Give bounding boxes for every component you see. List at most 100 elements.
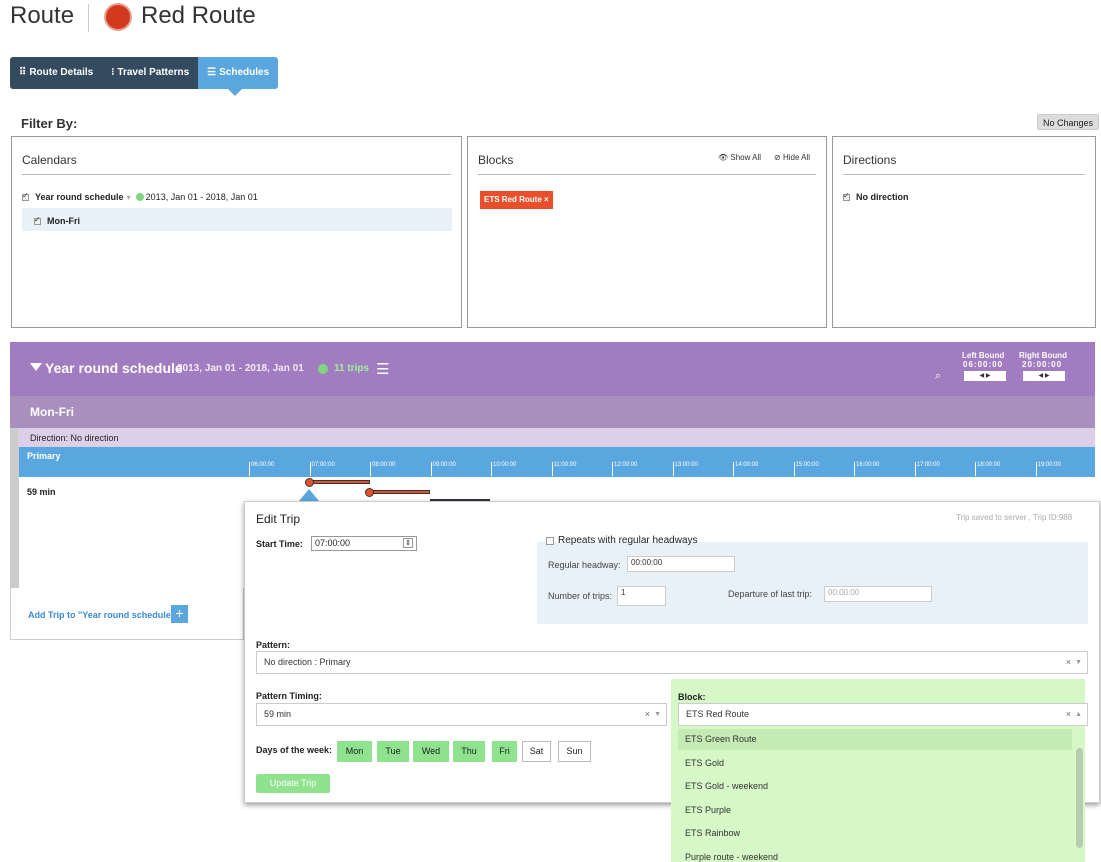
- timing-value: 59 min: [264, 709, 292, 719]
- time-tick: 14:00:00: [733, 462, 758, 476]
- add-trip-button[interactable]: +: [171, 605, 188, 623]
- time-tick: 10:00:00: [491, 462, 516, 476]
- block-option[interactable]: ETS Green Route: [685, 734, 757, 744]
- trip-start-handle[interactable]: [365, 488, 374, 497]
- day-toggle-tue[interactable]: Tue: [377, 741, 409, 762]
- tab-schedules[interactable]: ☰ Schedules: [198, 57, 279, 96]
- blocks-panel: Blocks 👁 Show All ⊘ Hide All ETS Red Rou…: [467, 136, 827, 328]
- schedule-dates: 2013, Jan 01 - 2018, Jan 01: [177, 363, 304, 374]
- left-bound-value: 06:00:00: [963, 360, 1004, 369]
- day-toggle-mon[interactable]: Mon: [337, 741, 372, 762]
- calendar-item[interactable]: Year round schedule ▾ 2013, Jan 01 - 201…: [22, 191, 258, 203]
- eye-icon: 👁: [718, 153, 729, 162]
- time-tick: 07:00:00: [309, 462, 335, 476]
- timing-select[interactable]: 59 min × ▼: [256, 703, 667, 726]
- divider: [843, 174, 1085, 175]
- chevron-down-icon[interactable]: ▼: [1075, 652, 1082, 673]
- day-toggle-thu[interactable]: Thu: [453, 741, 485, 762]
- trip-bar[interactable]: [310, 480, 370, 484]
- hide-all-label: Hide All: [782, 153, 811, 162]
- panel-title: Blocks: [478, 153, 514, 167]
- time-spinner-icon[interactable]: ⇕: [403, 538, 413, 548]
- panel-title: Directions: [843, 153, 897, 167]
- time-tick: 06:00:00: [249, 462, 274, 476]
- num-trips-input[interactable]: 1: [617, 586, 666, 606]
- day-toggle-sun[interactable]: Sun: [558, 741, 591, 762]
- checkbox[interactable]: [22, 191, 29, 201]
- caret-down-icon[interactable]: ▾: [127, 193, 131, 202]
- drag-icon: ⠿: [19, 67, 27, 78]
- start-time-label: Start Time:: [256, 539, 303, 549]
- sub-item-label: Mon-Fri: [47, 216, 80, 226]
- duration-label: 59 min: [27, 487, 56, 497]
- block-chip[interactable]: ETS Red Route ×: [480, 191, 553, 209]
- checkbox[interactable]: [34, 215, 41, 225]
- status-dot: [318, 364, 328, 374]
- menu-icon[interactable]: ☰: [376, 360, 389, 378]
- clear-icon[interactable]: ×: [1066, 652, 1071, 673]
- save-status: Trip saved to server , Trip ID:988: [956, 513, 1073, 522]
- update-trip-button[interactable]: Update Trip: [256, 774, 330, 793]
- direction-bar: [18, 428, 1095, 447]
- repeats-checkbox[interactable]: [546, 537, 554, 545]
- zoom-icon[interactable]: ⌕: [935, 370, 941, 383]
- headway-input[interactable]: 00:00:00: [627, 556, 735, 572]
- day-toggle-fri[interactable]: Fri: [492, 741, 517, 762]
- block-option[interactable]: ETS Rainbow: [685, 828, 740, 838]
- trip-start-handle[interactable]: [305, 478, 314, 487]
- calendar-name: Year round schedule: [35, 192, 124, 202]
- calendar-sub-item[interactable]: Mon-Fri: [22, 208, 452, 231]
- block-value: ETS Red Route: [686, 709, 750, 719]
- block-label: Block:: [678, 692, 706, 702]
- checkbox[interactable]: [843, 191, 850, 201]
- block-option[interactable]: Purple route - weekend: [685, 852, 778, 862]
- collapse-triangle-icon[interactable]: [30, 363, 42, 371]
- chevron-down-icon[interactable]: ▼: [654, 704, 661, 725]
- scrollbar[interactable]: [1076, 748, 1083, 848]
- calendar-dates: 2013, Jan 01 - 2018, Jan 01: [145, 192, 258, 202]
- show-all-button[interactable]: 👁 Show All: [718, 153, 761, 162]
- timeline-gutter: [10, 428, 19, 588]
- tab-label: Travel Patterns: [117, 67, 190, 78]
- trip-bar[interactable]: [370, 490, 430, 494]
- tab-label: Schedules: [219, 67, 270, 78]
- day-toggle-wed[interactable]: Wed: [413, 741, 449, 762]
- headway-section: [537, 542, 1088, 624]
- close-icon[interactable]: ×: [544, 195, 549, 204]
- add-trip-link[interactable]: Add Trip to "Year round schedule": [28, 610, 175, 620]
- right-bound-label: Right Bound: [1019, 351, 1067, 360]
- left-bound-label: Left Bound: [962, 351, 1005, 360]
- tab-travel-patterns[interactable]: ⁝ Travel Patterns: [102, 57, 199, 89]
- direction-item[interactable]: No direction: [843, 191, 909, 203]
- block-option[interactable]: ETS Purple: [685, 805, 731, 815]
- day-toggle-sat[interactable]: Sat: [522, 741, 551, 762]
- branch-icon: ⁝: [111, 67, 115, 78]
- direction-label: No direction: [856, 192, 909, 202]
- num-trips-label: Number of trips:: [548, 591, 613, 601]
- tab-route-details[interactable]: ⠿ Route Details: [10, 57, 103, 89]
- calendar-label: Mon-Fri: [30, 405, 74, 419]
- pattern-select[interactable]: No direction : Primary × ▼: [256, 651, 1088, 674]
- direction-label: Direction: No direction: [30, 433, 119, 443]
- last-departure-input[interactable]: 00:00:00: [824, 586, 932, 602]
- block-option[interactable]: ETS Gold: [685, 758, 724, 768]
- block-select[interactable]: ETS Red Route × ▲: [678, 703, 1088, 726]
- calendar-bar: [10, 396, 1095, 428]
- right-bound-stepper[interactable]: ◀ ▶: [1023, 371, 1065, 381]
- status-badge[interactable]: No Changes: [1037, 114, 1100, 130]
- time-tick: 12:00:00: [612, 462, 637, 476]
- time-tick: 18:00:00: [975, 462, 1000, 476]
- start-time-value: 07:00:00: [315, 538, 351, 548]
- right-bound-value: 20:00:00: [1022, 360, 1063, 369]
- clear-icon[interactable]: ×: [645, 704, 650, 725]
- clear-icon[interactable]: ×: [1066, 704, 1071, 725]
- eye-slash-icon: ⊘: [774, 153, 781, 162]
- chevron-up-icon[interactable]: ▲: [1075, 704, 1082, 725]
- left-bound-stepper[interactable]: ◀ ▶: [964, 371, 1006, 381]
- start-time-input[interactable]: 07:00:00 ⇕: [311, 536, 417, 551]
- hide-all-button[interactable]: ⊘ Hide All: [774, 153, 810, 162]
- block-option[interactable]: ETS Gold - weekend: [685, 781, 768, 791]
- time-tick: 16:00:00: [854, 462, 879, 476]
- divider: [22, 174, 451, 175]
- selected-trip-marker: [299, 489, 319, 501]
